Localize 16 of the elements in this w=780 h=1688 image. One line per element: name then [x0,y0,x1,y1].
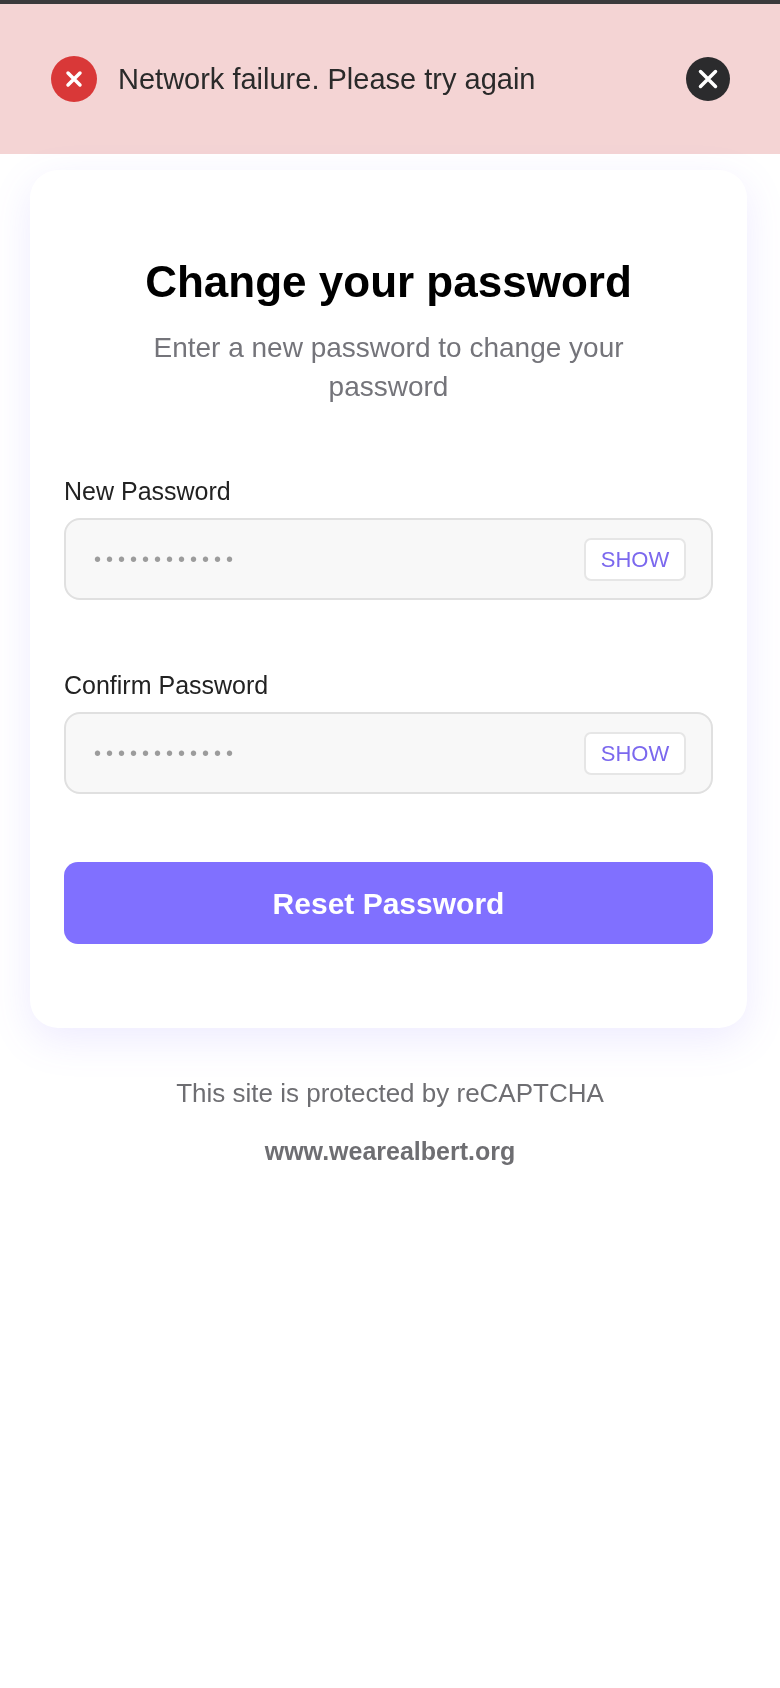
masked-password-text: •••••••••••• [94,547,239,571]
reset-password-button[interactable]: Reset Password [64,862,713,944]
page-title: Change your password [144,256,633,308]
error-message: Network failure. Please try again [118,62,537,97]
website-link[interactable]: www.wearealbert.org [264,1135,516,1167]
recaptcha-notice: This site is protected by reCAPTCHA [175,1077,605,1109]
show-password-button[interactable]: SHOW [584,731,686,775]
error-icon [51,56,97,102]
page-subtitle: Enter a new password to change your password [152,331,625,404]
close-icon[interactable] [686,57,730,101]
masked-password-text: •••••••••••• [94,741,239,765]
field-label: Confirm Password [64,670,270,700]
show-password-button[interactable]: SHOW [584,537,686,581]
password-field[interactable]: •••••••••••• SHOW [64,712,713,794]
field-label: New Password [64,476,232,506]
password-field[interactable]: •••••••••••• SHOW [64,518,713,600]
